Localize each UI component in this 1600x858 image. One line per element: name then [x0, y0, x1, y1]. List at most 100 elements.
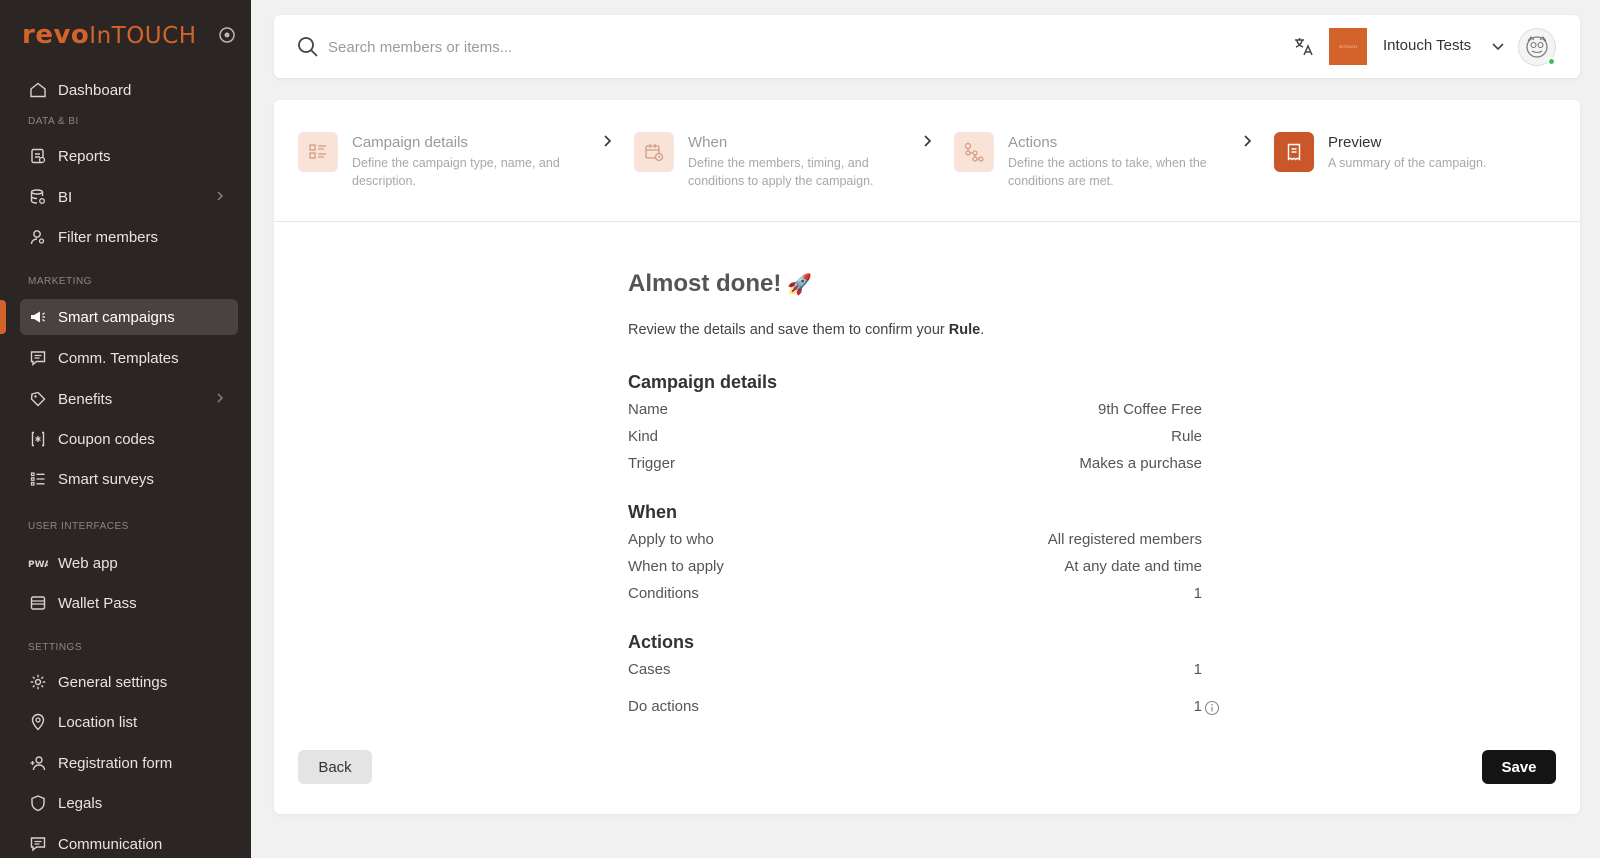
campaign-wizard-card: Campaign details Define the campaign typ…: [274, 100, 1580, 814]
translate-icon[interactable]: [1292, 35, 1316, 59]
chevron-right-icon: [217, 191, 223, 201]
row-key: Kind: [628, 428, 659, 445]
section-label-marketing: MARKETING: [28, 276, 92, 287]
sidebar-item-benefits[interactable]: Benefits: [20, 381, 238, 417]
sidebar-item-label: Coupon codes: [58, 430, 155, 448]
search-icon: [298, 37, 318, 57]
sidebar-item-comm-templates[interactable]: Comm. Templates: [20, 340, 238, 376]
sidebar-item-label: Comm. Templates: [58, 349, 179, 367]
user-search-icon: [28, 227, 48, 247]
sidebar-item-filter-members[interactable]: Filter members: [20, 219, 238, 255]
rocket-icon: 🚀: [787, 274, 813, 296]
row-value: 1: [1193, 585, 1202, 602]
sidebar-item-label: Wallet Pass: [58, 594, 137, 612]
row-value: Rule: [1171, 428, 1202, 445]
sidebar-item-label: BI: [58, 188, 73, 206]
chevron-right-icon: [604, 135, 612, 147]
summary-row-apply-to-who: Apply to who All registered members: [628, 531, 1202, 553]
sidebar-item-legals[interactable]: Legals: [20, 785, 238, 821]
sidebar-item-communication[interactable]: Communication: [20, 826, 238, 858]
step-title: Campaign details: [352, 134, 468, 151]
sidebar-item-label: Dashboard: [58, 81, 132, 99]
code-braces-icon: [28, 429, 48, 449]
sidebar-item-smart-campaigns[interactable]: Smart campaigns: [20, 299, 238, 335]
sidebar-item-wallet-pass[interactable]: Wallet Pass: [20, 585, 238, 621]
top-bar: INTOUCH Intouch Tests: [274, 15, 1580, 78]
sidebar-item-label: Smart surveys: [58, 470, 154, 488]
sidebar-item-smart-surveys[interactable]: Smart surveys: [20, 461, 238, 497]
section-title-when: When: [628, 502, 677, 522]
chevron-right-icon: [217, 393, 223, 403]
sidebar-item-coupon-codes[interactable]: Coupon codes: [20, 421, 238, 457]
intro-prefix: Review the details and save them to conf…: [628, 322, 949, 338]
sidebar-item-label: Location list: [58, 713, 138, 731]
sidebar-item-label: Filter members: [58, 228, 159, 246]
page-title: Almost done! 🚀: [628, 270, 812, 298]
message-icon: [28, 348, 48, 368]
sidebar-item-label: Legals: [58, 794, 103, 812]
chevron-down-icon[interactable]: [1490, 38, 1506, 54]
wizard-steps: Campaign details Define the campaign typ…: [274, 100, 1580, 222]
list-icon: [28, 469, 48, 489]
step-title: Preview: [1328, 134, 1382, 151]
online-status-dot: [1547, 57, 1556, 66]
summary-row-kind: Kind Rule: [628, 428, 1202, 450]
logo-row: revoInTOUCH: [22, 20, 242, 50]
location-pin-icon: [28, 712, 48, 732]
app-logo[interactable]: revoInTOUCH: [22, 20, 196, 50]
row-key: Name: [628, 401, 669, 418]
sidebar-item-web-app[interactable]: PWA Web app: [20, 545, 238, 581]
org-name[interactable]: Intouch Tests: [1383, 37, 1471, 54]
summary-row-trigger: Trigger Makes a purchase: [628, 455, 1202, 477]
sidebar-item-label: Reports: [58, 147, 111, 165]
step-description: Define the members, timing, and conditio…: [688, 156, 874, 188]
summary-row-conditions: Conditions 1: [628, 585, 1202, 607]
section-title-actions: Actions: [628, 632, 695, 652]
chat-settings-icon: [28, 834, 48, 854]
row-value: 9th Coffee Free: [1098, 401, 1202, 418]
row-key: When to apply: [628, 558, 724, 575]
workflow-icon: [954, 132, 994, 172]
svg-text:PWA: PWA: [28, 560, 48, 570]
info-icon[interactable]: [1204, 700, 1220, 716]
sidebar-item-bi[interactable]: BI: [20, 179, 238, 215]
intro-suffix: .: [980, 322, 985, 338]
gear-icon: [28, 672, 48, 692]
step-title: Actions: [1008, 134, 1058, 151]
sidebar: revoInTOUCH Dashboard DATA & BI Reports …: [0, 0, 251, 858]
search-input[interactable]: [328, 33, 928, 61]
step-title: When: [688, 134, 728, 151]
sidebar-item-location-list[interactable]: Location list: [20, 704, 238, 740]
sidebar-item-general-settings[interactable]: General settings: [20, 664, 238, 700]
sidebar-item-reports[interactable]: Reports: [20, 138, 238, 174]
sidebar-item-label: Communication: [58, 835, 163, 853]
tag-icon: [28, 389, 48, 409]
row-key: Cases: [628, 661, 671, 678]
summary-row-name: Name 9th Coffee Free: [628, 401, 1202, 423]
step-description: Define the campaign type, name, and desc…: [352, 156, 560, 188]
section-label-settings: SETTINGS: [28, 642, 83, 653]
org-logo[interactable]: INTOUCH: [1329, 28, 1367, 65]
wallet-icon: [28, 593, 48, 613]
intro-kind: Rule: [948, 322, 981, 338]
row-value: At any date and time: [1064, 558, 1202, 575]
row-value: Makes a purchase: [1079, 455, 1202, 472]
calendar-clock-icon: [634, 132, 674, 172]
row-key: Do actions: [628, 698, 699, 715]
pwa-icon: PWA: [28, 553, 48, 573]
reports-icon: [28, 146, 48, 166]
section-title-campaign-details: Campaign details: [628, 372, 778, 392]
chevron-right-icon: [1244, 135, 1252, 147]
sidebar-item-dashboard[interactable]: Dashboard: [20, 72, 238, 108]
collapse-sidebar-icon[interactable]: [218, 26, 236, 44]
back-button[interactable]: Back: [298, 750, 372, 784]
active-indicator: [0, 300, 6, 334]
sidebar-item-registration-form[interactable]: Registration form: [20, 745, 238, 781]
summary-row-do-actions: Do actions 1: [628, 698, 1220, 720]
save-button[interactable]: Save: [1482, 750, 1556, 784]
row-key: Trigger: [628, 455, 675, 472]
row-value: 1: [1193, 661, 1202, 678]
sidebar-item-label: General settings: [58, 673, 168, 691]
row-value: 1: [1193, 698, 1202, 715]
section-label-user-interfaces: USER INTERFACES: [28, 521, 129, 532]
